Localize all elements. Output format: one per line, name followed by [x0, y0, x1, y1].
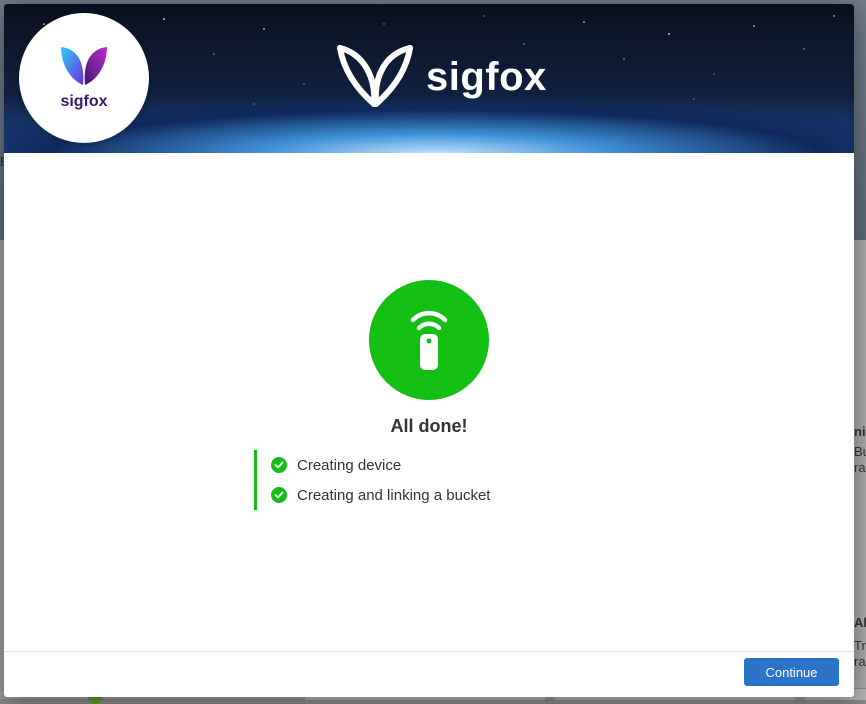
modal-footer: [4, 651, 854, 697]
sigfox-butterfly-icon: [61, 47, 107, 85]
hero-brand-name: sigfox: [426, 54, 547, 99]
step-item: Creating and linking a bucket: [271, 480, 490, 510]
background-text: Bu: [854, 444, 866, 459]
status-title: All done!: [390, 416, 468, 436]
sigfox-logo-icon: [337, 45, 413, 107]
check-circle-icon: [271, 487, 287, 503]
background-text: Tra: [854, 638, 866, 653]
status-circle: [369, 280, 489, 400]
progress-steps: Creating device Creating and linking a b…: [254, 450, 490, 510]
step-label: Creating and linking a bucket: [297, 486, 491, 504]
background-text: ra: [854, 460, 866, 475]
integration-badge: sigfox: [19, 13, 149, 143]
continue-button[interactable]: Continue: [744, 658, 839, 686]
remote-signal-icon: [410, 310, 448, 370]
integration-modal: sigfox sigfox All done! Creating device …: [4, 4, 854, 697]
background-text: Al: [854, 615, 866, 630]
check-circle-icon: [271, 457, 287, 473]
badge-brand-name: sigfox: [60, 93, 108, 110]
hero-logo: sigfox: [334, 42, 547, 112]
background-text: ni: [854, 424, 866, 439]
step-label: Creating device: [297, 456, 402, 474]
background-text: ra: [854, 654, 866, 669]
step-item: Creating device: [271, 450, 490, 480]
